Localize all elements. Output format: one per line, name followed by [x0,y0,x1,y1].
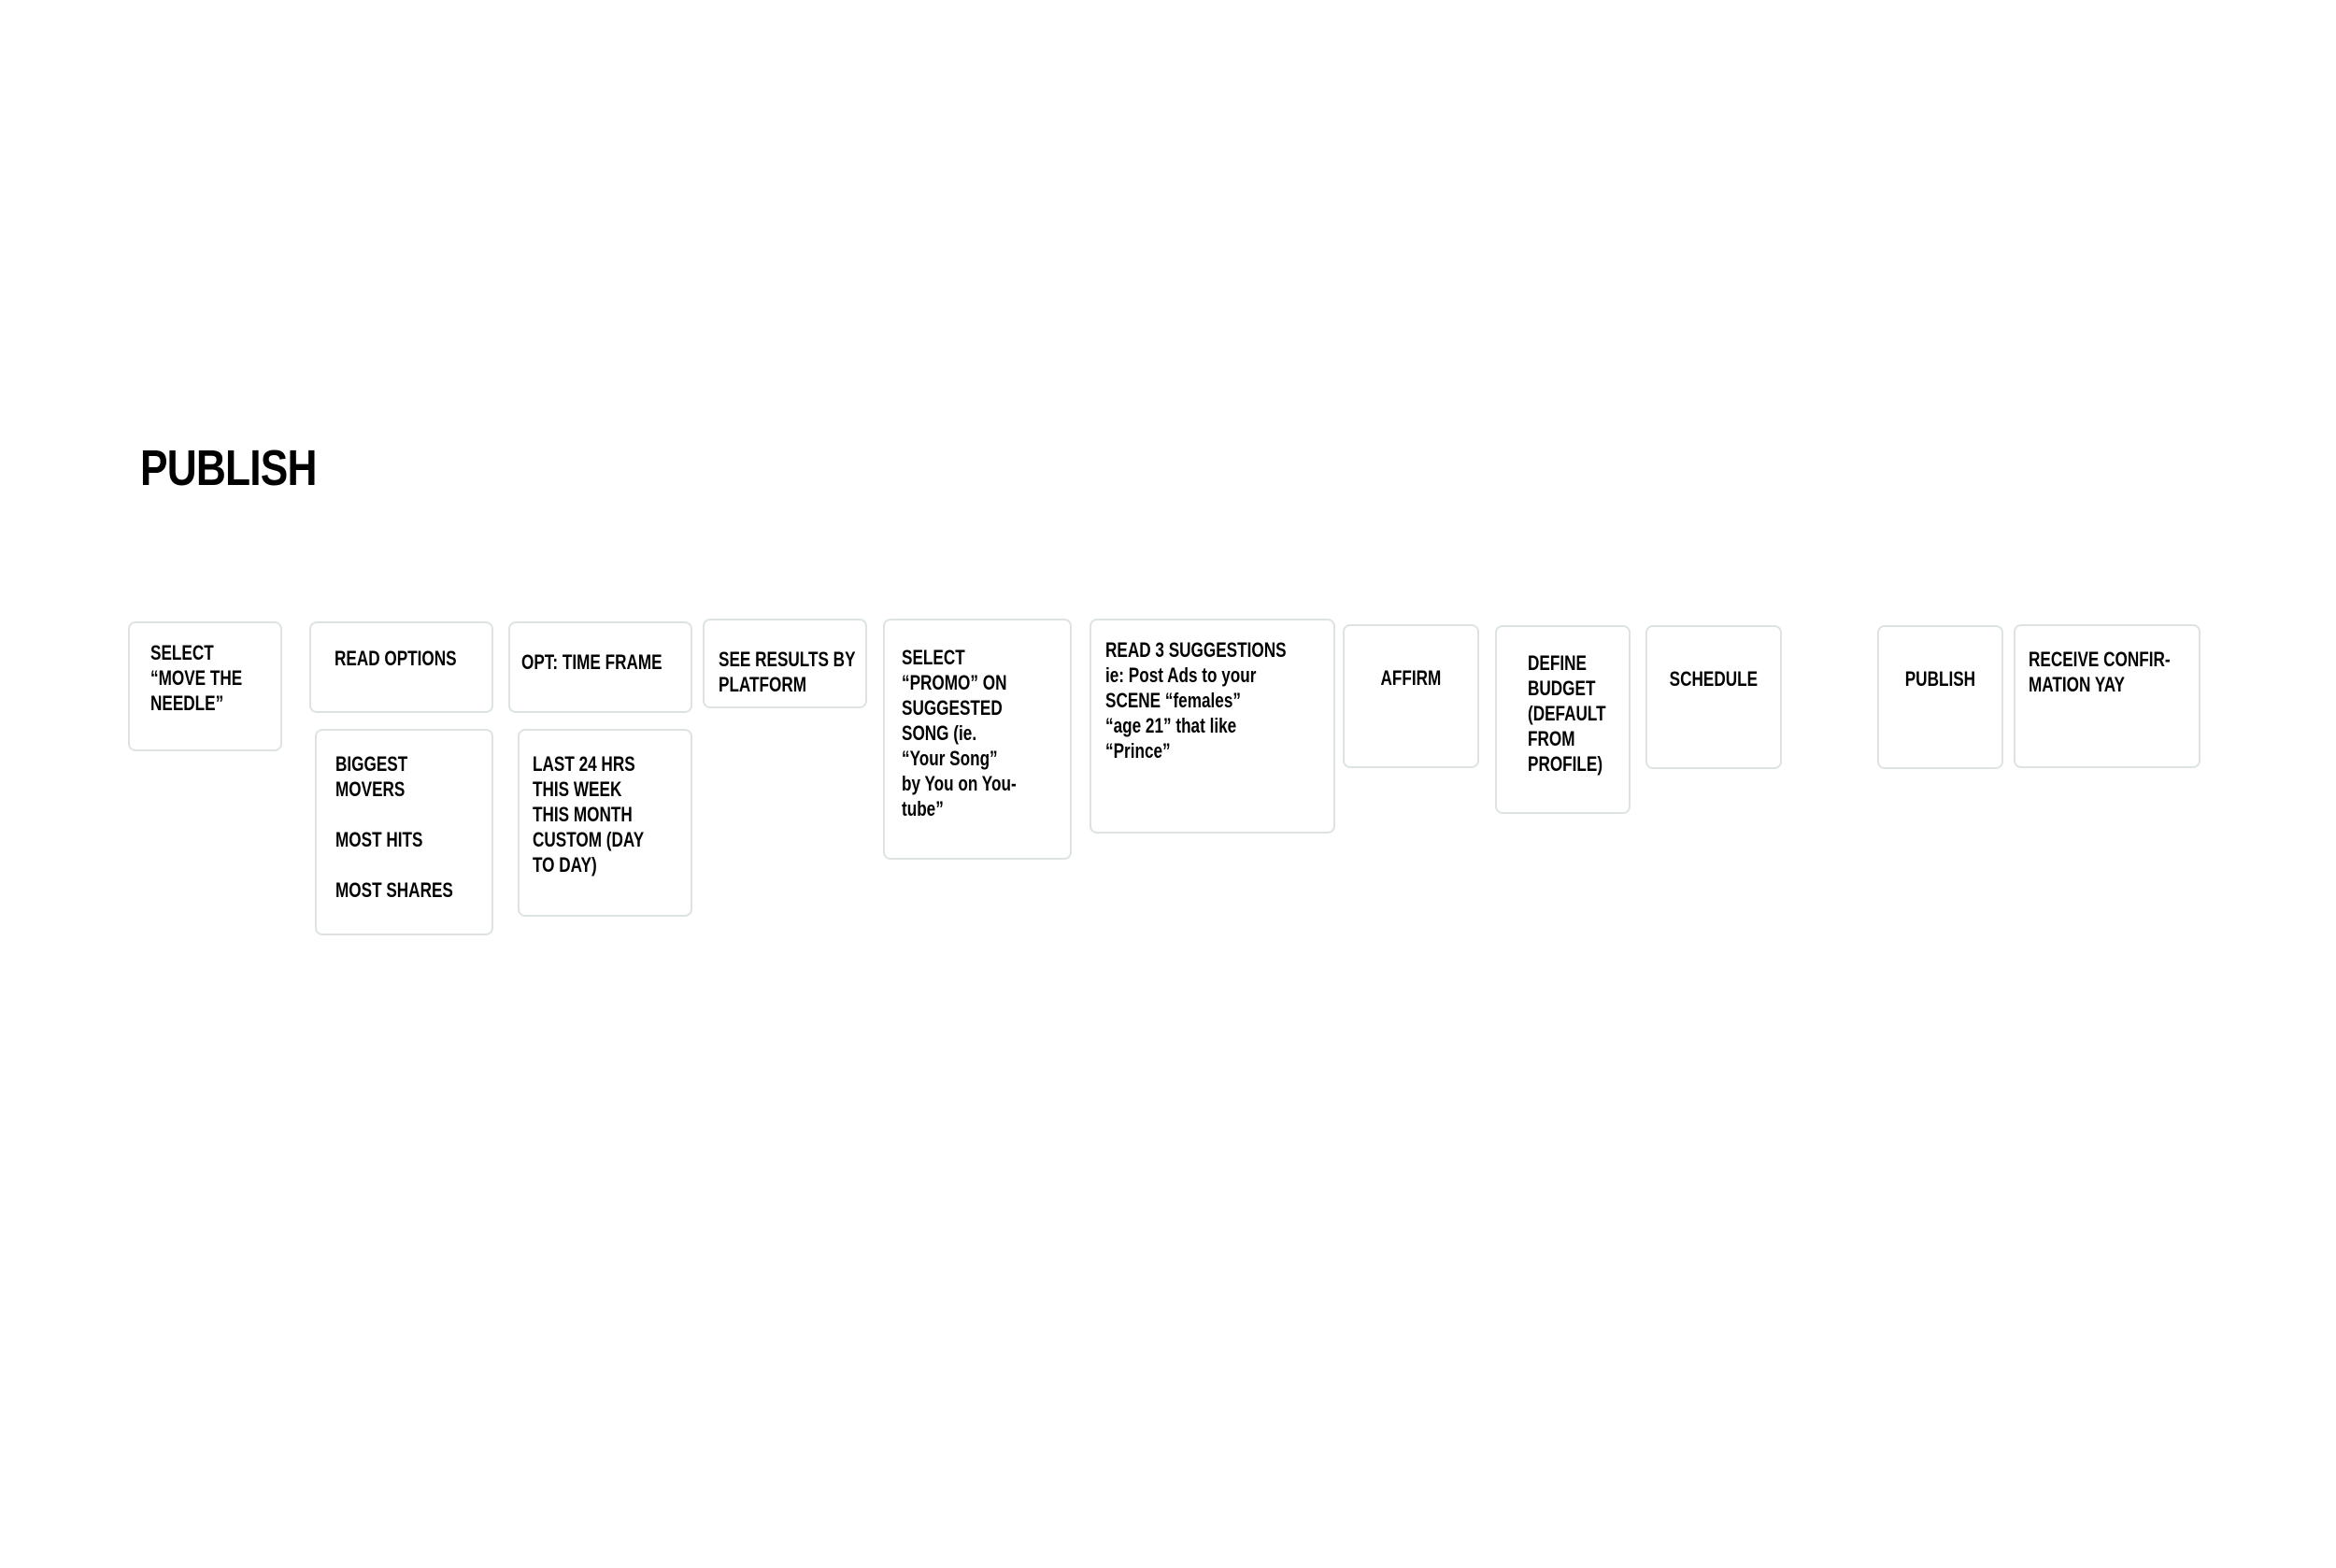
step-see-results-by-platform: SEE RESULTS BY PLATFORM [703,619,867,708]
step-read-options: READ OPTIONS [309,621,493,713]
step-label: SEE RESULTS BY PLATFORM [719,648,856,696]
step-read-suggestions: READ 3 SUGGESTIONS ie: Post Ads to your … [1090,619,1335,834]
step-select-move-the-needle: SELECT “MOVE THE NEEDLE” [128,621,282,751]
step-label: RECEIVE CONFIR- MATION YAY [2029,648,2171,696]
step-label: AFFIRM [1380,666,1442,690]
step-schedule: SCHEDULE [1645,625,1782,769]
option-list-label: BIGGEST MOVERS MOST HITS MOST SHARES [335,752,453,902]
step-label: OPT: TIME FRAME [521,650,662,674]
time-frame-options-label: LAST 24 HRS THIS WEEK THIS MONTH CUSTOM … [533,752,645,877]
step-publish: PUBLISH [1877,625,2003,769]
step-label: SCHEDULE [1669,667,1759,691]
step-label: PUBLISH [1904,667,1976,691]
time-frame-list: LAST 24 HRS THIS WEEK THIS MONTH CUSTOM … [518,729,692,917]
step-select-promo: SELECT “PROMO” ON SUGGESTED SONG (ie. “Y… [883,619,1072,860]
step-affirm: AFFIRM [1343,624,1479,768]
step-receive-confirmation: RECEIVE CONFIR- MATION YAY [2014,624,2201,768]
page-title: PUBLISH [140,440,317,496]
read-options-list: BIGGEST MOVERS MOST HITS MOST SHARES [315,729,493,935]
step-define-budget: DEFINE BUDGET (DEFAULT FROM PROFILE) [1495,625,1631,814]
step-time-frame: OPT: TIME FRAME [508,621,692,713]
step-label: SELECT “PROMO” ON SUGGESTED SONG (ie. “Y… [902,646,1017,820]
step-label: SELECT “MOVE THE NEEDLE” [150,641,243,715]
